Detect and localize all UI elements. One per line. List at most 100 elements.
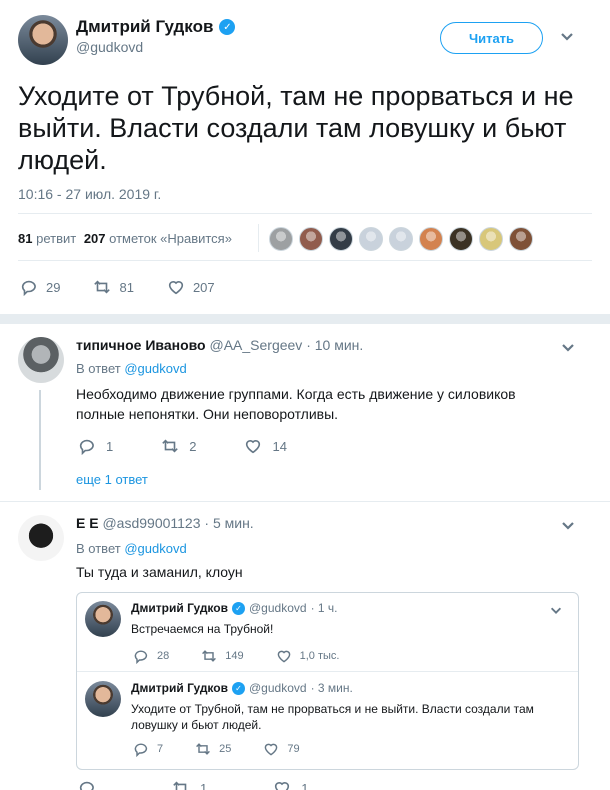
quoted1-action-bar: 28 149 1,0 тыс. bbox=[133, 648, 339, 664]
quoted2-handle[interactable]: @gudkovd bbox=[249, 681, 307, 695]
retweet-count: 81 bbox=[119, 279, 134, 295]
quoted1-retweet-action[interactable]: 149 bbox=[201, 648, 244, 664]
like-action[interactable]: 207 bbox=[167, 278, 215, 296]
reply1-header: типичное Иваново @AA_Sergeev · 10 мин. bbox=[76, 337, 363, 353]
reply1-retweet-count: 2 bbox=[189, 438, 197, 454]
reply1-like-count: 14 bbox=[272, 438, 287, 454]
reply1-like-action[interactable]: 14 bbox=[244, 437, 287, 455]
quoted1-time[interactable]: · 1 ч. bbox=[311, 601, 338, 615]
heart-icon bbox=[277, 650, 290, 663]
quoted2-name[interactable]: Дмитрий Гудков bbox=[131, 681, 228, 695]
reply1-time[interactable]: · 10 мин. bbox=[306, 337, 363, 353]
reply1-reply-to: В ответ @gudkovd bbox=[76, 361, 187, 376]
quoted1-avatar[interactable] bbox=[85, 601, 121, 637]
retweets-label[interactable]: ретвит bbox=[36, 231, 76, 246]
tweet-timestamp[interactable]: 10:16 - 27 июл. 2019 г. bbox=[18, 186, 161, 202]
liker-avatar[interactable] bbox=[449, 227, 473, 251]
reply1-handle[interactable]: @AA_Sergeev bbox=[209, 337, 302, 353]
author-name[interactable]: Дмитрий Гудков bbox=[76, 17, 213, 37]
quoted2-avatar[interactable] bbox=[85, 681, 121, 717]
verified-icon: ✓ bbox=[232, 681, 245, 695]
reply2-action-bar: 1 1 bbox=[78, 779, 308, 790]
reply2-reply-to-label: В ответ bbox=[76, 541, 121, 556]
tweet-text: Уходите от Трубной, там не прорваться и … bbox=[18, 81, 574, 175]
reply1-thread-line bbox=[39, 390, 41, 490]
quoted-thread-card[interactable]: Дмитрий Гудков ✓ @gudkovd · 1 ч. Встреча… bbox=[76, 592, 579, 770]
reply-action[interactable]: 29 bbox=[20, 278, 60, 296]
main-action-bar: 29 81 207 bbox=[20, 278, 215, 296]
quoted2-like-action[interactable]: 79 bbox=[263, 741, 300, 757]
reply2-like-action[interactable]: 1 bbox=[273, 779, 308, 790]
quoted1-like-count: 1,0 тыс. bbox=[299, 650, 340, 662]
quoted2-text: Уходите от Трубной, там не прорваться и … bbox=[131, 702, 534, 732]
quoted2-action-bar: 7 25 79 bbox=[133, 741, 300, 757]
retweets-count[interactable]: 81 bbox=[18, 231, 32, 246]
liker-avatar[interactable] bbox=[509, 227, 533, 251]
quoted1-reply-action[interactable]: 28 bbox=[133, 648, 169, 664]
heart-icon bbox=[265, 743, 278, 756]
separator-top bbox=[18, 213, 592, 214]
quoted1-like-action[interactable]: 1,0 тыс. bbox=[276, 648, 340, 664]
author-handle[interactable]: @gudkovd bbox=[76, 39, 143, 55]
quoted1-reply-count: 28 bbox=[157, 650, 170, 662]
likes-label[interactable]: отметок «Нравится» bbox=[109, 231, 232, 246]
reply1-retweet-action[interactable]: 2 bbox=[161, 437, 196, 455]
heart-icon bbox=[246, 440, 261, 454]
reply2-avatar[interactable] bbox=[18, 515, 64, 561]
retweet-icon bbox=[94, 280, 111, 294]
reply-icon bbox=[79, 781, 94, 790]
liker-avatars[interactable] bbox=[269, 227, 533, 251]
liker-avatar[interactable] bbox=[299, 227, 323, 251]
reply1-action-bar: 1 2 14 bbox=[78, 437, 287, 455]
reply-separator bbox=[0, 501, 610, 502]
quoted1-handle[interactable]: @gudkovd bbox=[249, 601, 307, 615]
quoted1-retweet-count: 149 bbox=[225, 650, 244, 662]
show-more-replies-link[interactable]: еще 1 ответ bbox=[76, 472, 148, 487]
reply1-reply-to-handle[interactable]: @gudkovd bbox=[124, 361, 186, 376]
retweet-action[interactable]: 81 bbox=[93, 278, 134, 296]
reply2-reply-action[interactable] bbox=[78, 779, 106, 790]
liker-avatar[interactable] bbox=[479, 227, 503, 251]
quoted1-header: Дмитрий Гудков ✓ @gudkovd · 1 ч. bbox=[131, 601, 338, 615]
liker-avatar[interactable] bbox=[389, 227, 413, 251]
retweet-icon bbox=[173, 781, 187, 790]
quoted-separator bbox=[77, 671, 578, 672]
reply1-chevron-icon[interactable] bbox=[560, 339, 576, 360]
follow-button[interactable]: Читать bbox=[440, 22, 543, 54]
reply2-header: E E @asd99001123 · 5 мин. bbox=[76, 515, 254, 531]
quoted1-chevron-icon[interactable] bbox=[549, 603, 563, 622]
quoted1-name[interactable]: Дмитрий Гудков bbox=[131, 601, 228, 615]
liker-avatar[interactable] bbox=[329, 227, 353, 251]
like-count: 207 bbox=[192, 279, 215, 295]
reply2-time[interactable]: · 5 мин. bbox=[204, 515, 253, 531]
reply2-text: Ты туда и заманил, клоун bbox=[76, 564, 243, 580]
liker-avatar[interactable] bbox=[359, 227, 383, 251]
reply2-chevron-icon[interactable] bbox=[560, 517, 576, 538]
quoted2-reply-count: 7 bbox=[157, 743, 164, 755]
reply2-retweet-action[interactable]: 1 bbox=[172, 779, 207, 790]
tweet-menu-chevron-icon[interactable] bbox=[559, 28, 575, 49]
liker-avatar[interactable] bbox=[269, 227, 293, 251]
quoted2-time[interactable]: · 3 мин. bbox=[311, 681, 353, 695]
separator-mid bbox=[18, 260, 592, 261]
reply1-name[interactable]: типичное Иваново bbox=[76, 337, 206, 353]
reply2-name[interactable]: E E bbox=[76, 515, 99, 531]
reply1-avatar[interactable] bbox=[18, 337, 64, 383]
liker-avatar[interactable] bbox=[419, 227, 443, 251]
retweet-icon bbox=[162, 439, 179, 453]
reply2-reply-to: В ответ @gudkovd bbox=[76, 541, 187, 556]
verified-icon: ✓ bbox=[219, 19, 236, 35]
reply2-reply-to-handle[interactable]: @gudkovd bbox=[124, 541, 186, 556]
author-avatar[interactable] bbox=[18, 15, 68, 65]
likes-count[interactable]: 207 bbox=[84, 231, 106, 246]
reply2-handle[interactable]: @asd99001123 bbox=[102, 515, 200, 531]
reply1-reply-action[interactable]: 1 bbox=[78, 437, 113, 455]
quoted2-reply-action[interactable]: 7 bbox=[133, 741, 163, 757]
quoted2-retweet-action[interactable]: 25 bbox=[195, 741, 231, 757]
reply-icon bbox=[134, 650, 148, 664]
author-name-row[interactable]: Дмитрий Гудков ✓ bbox=[76, 17, 236, 37]
reply2-like-count: 1 bbox=[301, 780, 309, 790]
verified-icon: ✓ bbox=[232, 601, 245, 615]
quoted2-header: Дмитрий Гудков ✓ @gudkovd · 3 мин. bbox=[131, 681, 353, 695]
quoted1-text: Встречаемся на Трубной! bbox=[131, 622, 274, 636]
